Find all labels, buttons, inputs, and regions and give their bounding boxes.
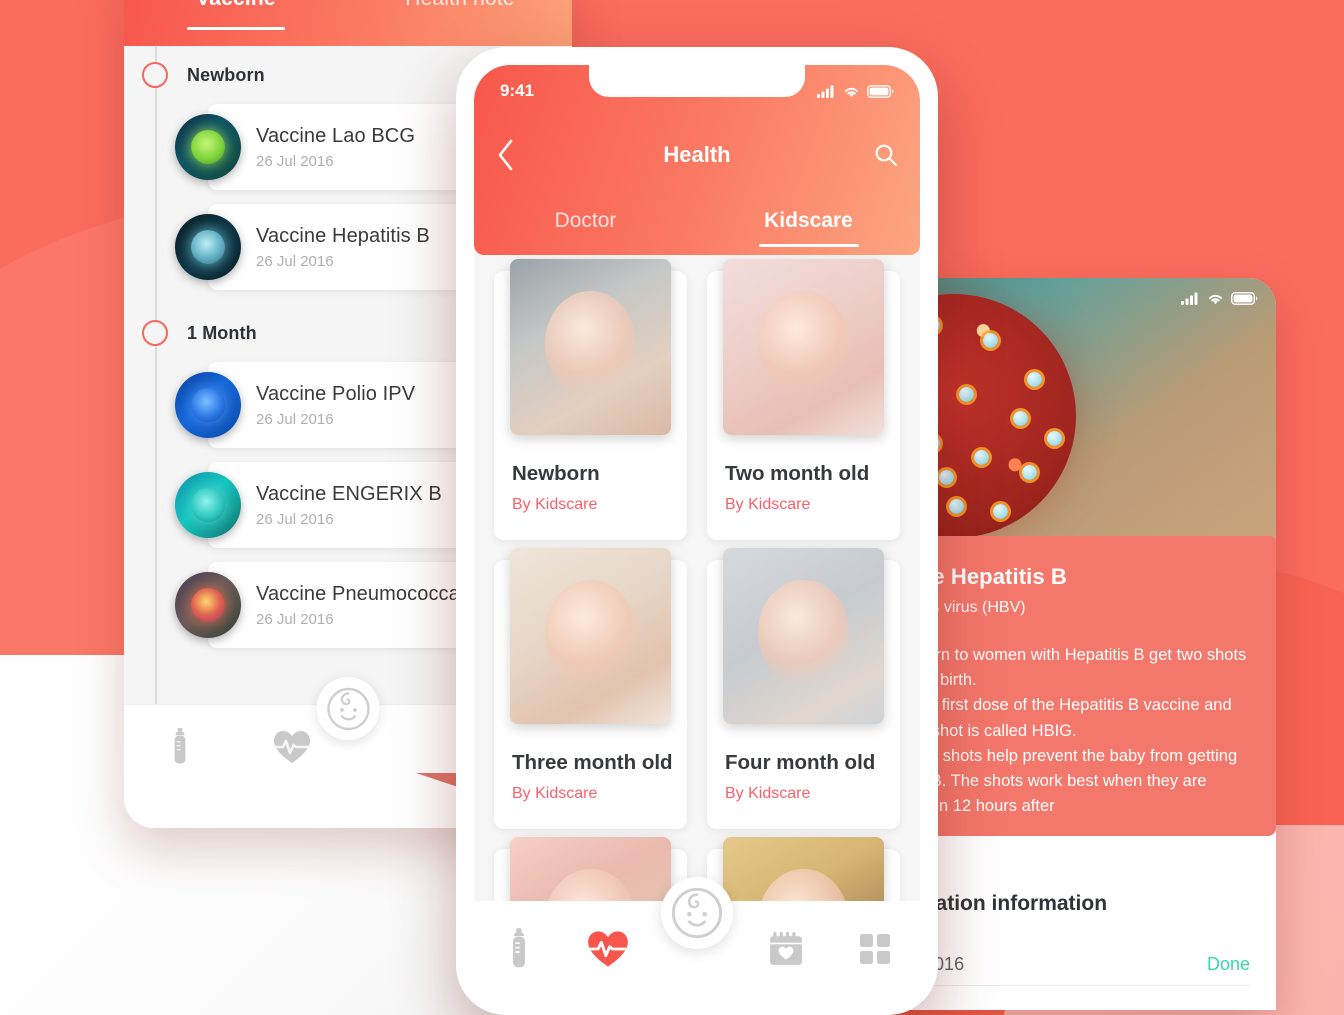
baby-bottle-icon	[174, 727, 186, 764]
vaccine-list-tabs: Vaccine Health note	[124, 0, 572, 46]
vaccine-name: Vaccine Hepatitis B	[256, 224, 430, 247]
virus-green-icon	[175, 114, 241, 180]
grid-icon	[860, 934, 891, 964]
kidscare-card-author: By Kidscare	[512, 785, 598, 802]
tabbar-item-bottle[interactable]	[474, 901, 563, 997]
health-tabs: Doctor Kidscare	[474, 193, 920, 249]
virus-cyan-icon	[175, 472, 241, 538]
vaccine-date: 26 Jul 2016	[256, 510, 334, 528]
phone-tabbar	[474, 877, 920, 997]
status-icons	[817, 84, 894, 98]
tabbar-item-calendar[interactable]	[742, 901, 831, 997]
vaccine-name: Vaccine ENGERIX B	[256, 482, 442, 505]
calendar-heart-icon	[770, 932, 803, 965]
kidscare-card[interactable]: Three month old By Kidscare	[494, 548, 687, 829]
cellular-signal-icon	[817, 85, 834, 98]
status-time: 9:41	[500, 81, 535, 100]
health-app-phone: 9:41 Health Doctor Kidscare Newborn By K…	[456, 47, 938, 1015]
timeline-group-label: 1 Month	[187, 322, 257, 343]
vaccine-date: 26 Jul 2016	[256, 252, 334, 270]
baby-bottle-icon	[512, 928, 525, 968]
page-title: Health	[663, 142, 731, 167]
kidscare-card-author: By Kidscare	[725, 496, 811, 513]
phone-notch	[589, 65, 805, 97]
tabbar-item-health[interactable]	[563, 901, 652, 997]
baby-face-fab-button[interactable]	[661, 877, 733, 949]
kidscare-card-title: Newborn	[512, 462, 600, 485]
tabbar-item-bottle[interactable]	[124, 705, 236, 788]
kidscare-card[interactable]: Two month old By Kidscare	[707, 259, 900, 540]
tab-kidscare[interactable]: Kidscare	[697, 193, 920, 249]
vaccine-date: 26 Jul 2016	[256, 610, 334, 628]
virus-orange-icon	[175, 572, 241, 638]
health-navbar: Health	[474, 127, 920, 183]
tab-vaccine[interactable]: Vaccine	[124, 0, 348, 46]
search-icon[interactable]	[874, 143, 898, 167]
baby-face-icon	[326, 687, 370, 730]
chevron-left-icon[interactable]	[496, 139, 516, 171]
kidscare-card[interactable]: Four month old By Kidscare	[707, 548, 900, 829]
kidscare-card-title: Three month old	[512, 751, 673, 774]
right-panel-status-bar	[1181, 292, 1258, 305]
kidscare-card-title: Four month old	[725, 751, 876, 774]
baby-face-fab-button[interactable]	[316, 677, 380, 740]
vaccine-name: Vaccine Polio IPV	[256, 382, 416, 405]
health-app-header: 9:41 Health Doctor Kidscare	[474, 65, 920, 255]
kidscare-card-author: By Kidscare	[512, 496, 598, 513]
three-month-photo	[510, 548, 671, 724]
four-month-photo	[723, 548, 884, 724]
kidscare-card[interactable]: Newborn By Kidscare	[494, 259, 687, 540]
phone-screen: 9:41 Health Doctor Kidscare Newborn By K…	[474, 65, 920, 997]
newborn-photo	[510, 259, 671, 435]
heartbeat-icon	[273, 730, 310, 763]
vaccine-name: Vaccine Lao BCG	[256, 124, 415, 147]
vaccine-list-header: Vaccine Health note	[124, 0, 572, 46]
vaccine-name: Vaccine Pneumococcal	[256, 582, 465, 605]
tab-health-note[interactable]: Health note	[348, 0, 572, 46]
vaccine-date: 26 Jul 2016	[256, 410, 334, 428]
tabbar-item-grid[interactable]	[831, 901, 920, 997]
virus-blue-icon	[175, 372, 241, 438]
heartbeat-icon	[587, 931, 628, 967]
cellular-signal-icon	[1181, 292, 1198, 305]
tabbar-item-baby[interactable]	[652, 877, 741, 997]
wifi-icon	[844, 87, 859, 97]
vaccine-date: 26 Jul 2016	[256, 152, 334, 170]
battery-full-icon	[1231, 292, 1258, 305]
timeline-dot-icon	[142, 320, 168, 346]
wifi-icon	[1208, 294, 1223, 305]
timeline-dot-icon	[142, 62, 168, 88]
kidscare-card-title: Two month old	[725, 462, 870, 485]
baby-face-icon	[671, 887, 723, 939]
timeline-group-label: Newborn	[187, 64, 265, 85]
done-button[interactable]: Done	[1207, 954, 1250, 975]
virus-teal-icon	[175, 214, 241, 280]
two-month-photo	[723, 259, 884, 435]
battery-full-icon	[867, 84, 894, 98]
kidscare-card-author: By Kidscare	[725, 785, 811, 802]
tab-doctor[interactable]: Doctor	[474, 193, 697, 249]
